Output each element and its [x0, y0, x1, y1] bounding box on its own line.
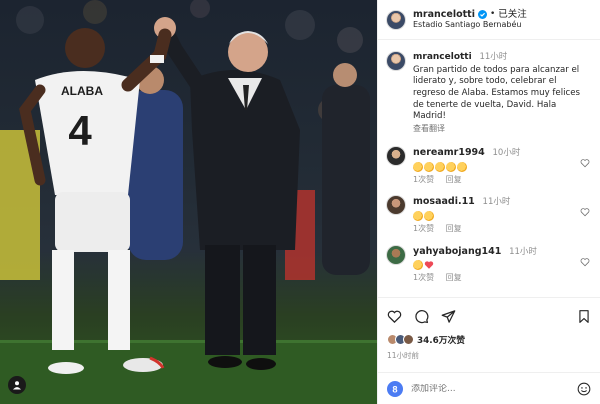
emoji-smile-icon[interactable] [577, 382, 591, 396]
comment-likes[interactable]: 1次赞 [413, 273, 434, 282]
caption-avatar[interactable] [386, 51, 406, 71]
comment-emojis [413, 211, 592, 222]
clap-emoji [446, 161, 456, 172]
jersey-number: 4 [68, 107, 92, 154]
clap-emoji [413, 161, 423, 172]
commenter-username[interactable]: mosaadi.11 [413, 196, 475, 207]
comment-input[interactable] [411, 383, 577, 394]
comment-emojis [413, 161, 592, 172]
post-photo[interactable]: ALABA 4 [0, 0, 377, 404]
reply-button[interactable]: 回复 [446, 175, 462, 184]
see-translation-link[interactable]: 查看翻译 [413, 124, 588, 135]
caption-text: Gran partido de todos para alcanzar el l… [413, 64, 580, 122]
likes-count[interactable]: 34.6万次赞 [417, 333, 465, 346]
comment-icon[interactable] [414, 309, 429, 324]
clap-emoji [435, 161, 445, 172]
verified-badge-icon [477, 10, 487, 19]
post-actions: 34.6万次赞 11小时前 [378, 297, 600, 361]
jersey-name: ALABA [61, 84, 103, 98]
following-button[interactable]: 已关注 [498, 9, 527, 21]
comment-emojis [413, 260, 592, 271]
caption-username[interactable]: mrancelotti [413, 52, 472, 62]
comment-time: 11小时 [482, 197, 511, 208]
share-icon[interactable] [441, 309, 456, 324]
comment-item: nereamr1994 10小时 1次赞 回复 [378, 141, 600, 190]
comment-likes[interactable]: 1次赞 [413, 175, 434, 184]
likers-avatars[interactable] [387, 334, 414, 345]
caption-time: 11小时 [479, 52, 508, 62]
separator-dot: • [489, 8, 496, 19]
save-bookmark-icon[interactable] [577, 309, 591, 324]
post-location[interactable]: Estadio Santiago Bernabéu [413, 20, 527, 30]
clap-emoji [424, 211, 434, 222]
author-username[interactable]: mrancelotti [413, 9, 475, 21]
comment-like-heart-icon[interactable] [580, 158, 590, 168]
post-panel: mrancelotti • 已关注 Estadio Santiago Berna… [377, 0, 600, 404]
add-comment-bar: 8 [378, 372, 600, 404]
post-header: mrancelotti • 已关注 Estadio Santiago Berna… [378, 0, 600, 40]
commenter-avatar[interactable] [386, 244, 406, 265]
clap-emoji [424, 161, 434, 172]
reply-button[interactable]: 回复 [446, 224, 462, 233]
clap-emoji [413, 260, 423, 271]
comment-time: 11小时 [509, 246, 537, 257]
reply-button[interactable]: 回复 [446, 273, 462, 282]
commenter-avatar[interactable] [386, 195, 406, 216]
user-avatar-icon: 8 [387, 380, 403, 397]
jersey-print: ALABA 4 [61, 84, 103, 154]
comment-like-heart-icon[interactable] [580, 207, 590, 217]
comment-item: mosaadi.11 11小时 1次赞 回复 [378, 190, 600, 239]
like-heart-icon[interactable] [387, 309, 402, 324]
comment-time: 10小时 [492, 148, 521, 158]
commenter-username[interactable]: nereamr1994 [413, 147, 485, 158]
clap-emoji [413, 211, 423, 222]
tagged-user-icon[interactable] [8, 376, 26, 394]
comment-like-heart-icon[interactable] [580, 257, 590, 267]
comments-list[interactable]: mrancelotti 11小时 Gran partido de todos p… [378, 41, 600, 296]
clap-emoji [457, 161, 467, 172]
commenter-username[interactable]: yahyabojang141 [413, 246, 501, 257]
commenter-avatar[interactable] [386, 146, 406, 166]
post-timestamp: 11小时前 [387, 351, 420, 360]
author-avatar[interactable] [386, 9, 406, 30]
post-caption: mrancelotti 11小时 Gran partido de todos p… [378, 41, 600, 141]
comment-likes[interactable]: 1次赞 [413, 224, 434, 233]
red-heart-emoji [424, 261, 434, 270]
svg-text:8: 8 [392, 384, 397, 394]
comment-item: yahyabojang141 11小时 1次赞 回复 [378, 240, 600, 289]
